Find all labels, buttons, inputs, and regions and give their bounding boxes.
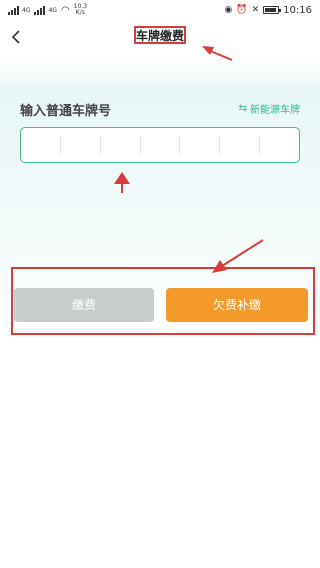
clock: 10:16 — [283, 4, 312, 16]
mute-icon: ✕ — [251, 5, 260, 15]
battery-icon — [263, 6, 282, 14]
arrears-pay-button[interactable]: 欠费补缴 — [166, 288, 308, 322]
page-title: 车牌缴费 — [134, 26, 186, 44]
eye-icon: ◉ — [224, 5, 233, 15]
pay-button[interactable]: 缴费 — [14, 288, 154, 322]
signal-icon — [34, 5, 46, 15]
net-speed: 10.3 K/s — [74, 4, 87, 16]
plate-char-cell[interactable] — [61, 136, 101, 154]
plate-char-cell[interactable] — [141, 136, 181, 154]
arrow-to-plate — [114, 172, 130, 193]
plate-char-cell[interactable] — [21, 136, 61, 154]
plate-label: 输入普通车牌号 — [20, 104, 112, 119]
alarm-icon: ⏰ — [236, 5, 248, 15]
plate-char-cell[interactable] — [101, 136, 141, 154]
new-energy-label: 新能源车牌 — [250, 105, 300, 116]
status-bar: 4G 4G ◠ 10.3 K/s ◉ ⏰ ✕ 10:16 — [0, 0, 320, 20]
status-bar-right: ◉ ⏰ ✕ 10:16 — [225, 5, 312, 16]
signal-icon — [8, 5, 19, 15]
sim1-label: 4G — [22, 6, 31, 14]
plate-char-cell[interactable] — [180, 136, 221, 154]
wifi-icon: ◠ — [60, 4, 70, 16]
plate-char-cell[interactable] — [220, 136, 261, 154]
sim2-label: 4G — [48, 6, 57, 14]
plate-input[interactable] — [20, 127, 300, 163]
back-arrow-icon[interactable] — [10, 30, 24, 44]
plate-char-cell[interactable] — [260, 136, 299, 154]
swap-icon: ⇆ — [238, 103, 247, 114]
new-energy-toggle[interactable]: ⇆ 新能源车牌 — [239, 101, 300, 116]
status-bar-left: 4G 4G ◠ 10.3 K/s — [8, 4, 87, 16]
net-speed-unit: K/s — [75, 9, 85, 16]
